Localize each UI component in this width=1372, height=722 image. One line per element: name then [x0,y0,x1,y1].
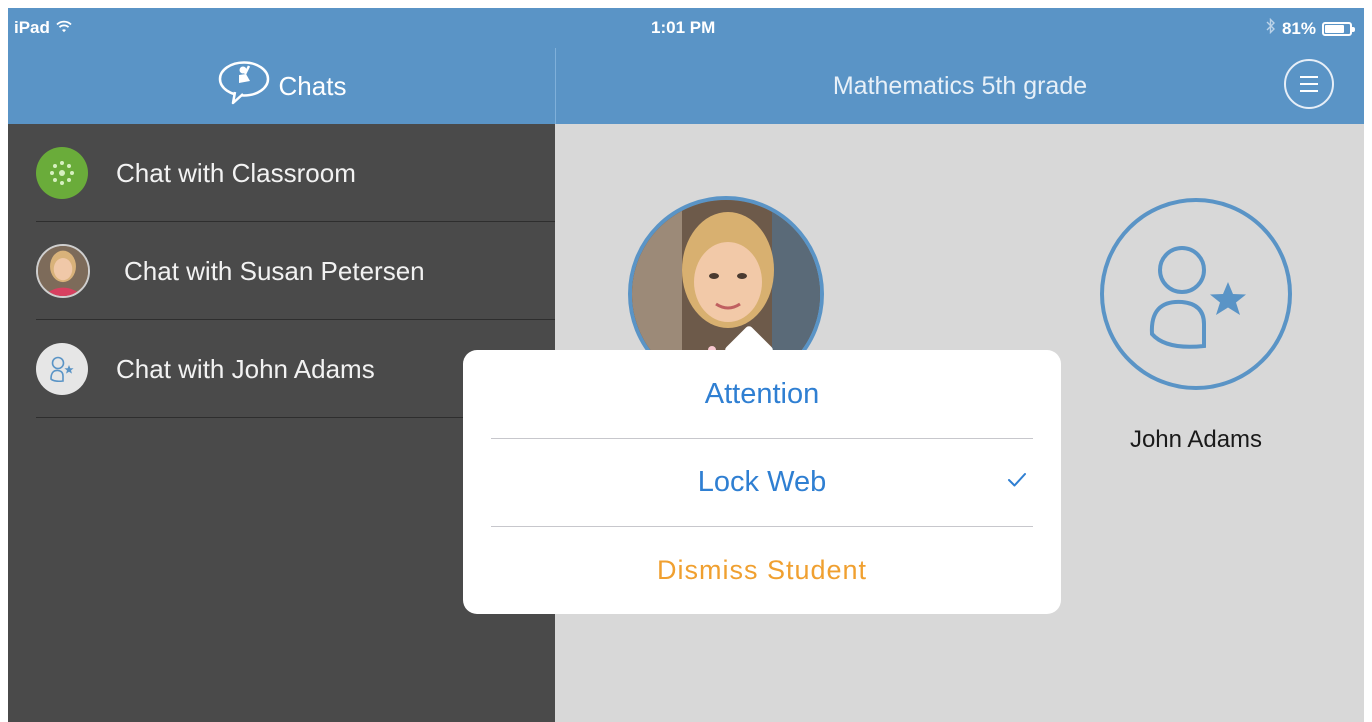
bluetooth-icon [1266,17,1276,39]
sidebar-item-label: Chat with Susan Petersen [124,255,425,286]
avatar [36,244,90,298]
checkmark-icon [1003,466,1031,494]
status-time: 1:01 PM [651,18,716,37]
status-right: 81% [1266,17,1355,39]
ipad-screen: iPad 1:01 PM 81% Chats Mathematics 5th g… [8,8,1364,722]
sidebar-item-label: Chat with Classroom [116,157,356,188]
menu-icon [1300,76,1318,78]
classroom-icon [36,147,88,199]
page-title: Mathematics 5th grade [832,71,1088,100]
top-bar: iPad 1:01 PM 81% Chats Mathematics 5th g… [8,8,1364,124]
lock-web-option[interactable]: Lock Web [463,438,1061,526]
sidebar-item-susan-petersen[interactable]: Chat with Susan Petersen [8,222,555,320]
status-bar: iPad 1:01 PM 81% [8,8,1364,48]
battery-percent: 81% [1281,18,1316,38]
lock-web-label: Lock Web [697,465,827,498]
sidebar-header: Chats [8,48,555,124]
dismiss-student-option[interactable]: Dismiss Student [463,526,1061,614]
sidebar-title: Chats [278,70,347,101]
battery-icon [1322,21,1355,36]
sidebar-item-label: Chat with John Adams [116,353,375,384]
chats-logo-icon [217,60,271,113]
carrier-label: iPad [14,18,50,37]
student-actions-popover: Attention Lock Web Dismiss Student [463,324,1061,614]
student-name: John Adams [1129,426,1263,453]
attention-option[interactable]: Attention [463,350,1061,438]
wifi-icon [56,18,72,38]
sidebar-item-classroom[interactable]: Chat with Classroom [8,124,555,222]
user-star-icon [36,343,88,395]
student-avatar-john-adams[interactable] [1100,198,1292,390]
carrier-group: iPad [14,18,72,38]
menu-button[interactable] [1284,59,1334,109]
